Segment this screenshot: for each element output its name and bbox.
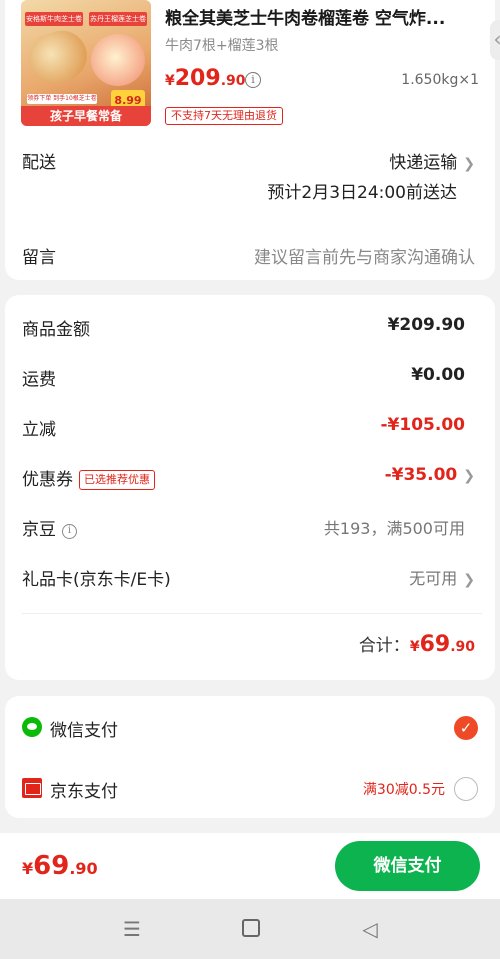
coupon-row[interactable]: 优惠券 已选推荐优惠 -¥35.00 ❯ [5,465,495,495]
chevron-right-icon: ❯ [463,468,475,484]
chevron-right-icon: ❯ [463,572,475,588]
coupon-label-wrap: 优惠券 已选推荐优惠 [22,465,155,490]
giftcard-label: 礼品卡(京东卡/E卡) [22,570,171,590]
price-currency: ¥ [165,73,175,89]
giftcard-row[interactable]: 礼品卡(京东卡/E卡) 无可用 ❯ [5,565,495,595]
thumb-tag-right: 苏丹王榴莲芝士卷 [89,12,147,26]
shipping-row: 运费 ¥0.00 [5,365,495,395]
return-policy-badge: 不支持7天无理由退货 [165,107,283,125]
delivery-estimate: 预计2月3日24:00前送达 [267,183,457,203]
checkout-currency: ¥ [22,859,34,878]
product-spec: 牛肉7根+榴莲3根 [165,38,279,54]
coupon-value: -¥35.00 [384,465,458,485]
payment-methods-card: 微信支付 ✓ 京东支付 满30减0.5元 [5,696,495,818]
jd-pay-icon [22,778,42,798]
product-thumbnail[interactable]: 安格斯牛肉芝士卷 苏丹王榴莲芝士卷 领券下单 到手10根芝士卷 8.99 孩子早… [21,0,151,126]
product-weight-qty: 1.650kg×1 [401,72,479,88]
menu-icon[interactable]: ☰ [120,917,144,941]
thumb-promo: 领券下单 到手10根芝士卷 [27,94,97,104]
coupon-selected-tag: 已选推荐优惠 [79,470,155,490]
checkout-integer: 69 [33,851,70,881]
beef-roll-image [22,24,94,90]
delivery-method-text: 快递运输 [389,153,458,173]
checkout-decimal: .90 [69,859,98,878]
goods-amount-label: 商品金额 [22,320,90,340]
goods-amount-row: 商品金额 ¥209.90 [5,315,495,345]
wechat-pay-label[interactable]: 微信支付 [50,716,118,741]
giftcard-value-wrap[interactable]: 无可用 ❯ [409,565,475,589]
coupon-label: 优惠券 [22,470,73,490]
wechat-pay-icon [22,717,42,737]
shipping-value: ¥0.00 [411,365,465,385]
product-card: 安格斯牛肉芝士卷 苏丹王榴莲芝士卷 领券下单 到手10根芝士卷 8.99 孩子早… [5,0,500,280]
total-currency: ¥ [409,639,420,655]
home-square-icon[interactable] [242,919,260,937]
thumb-banner: 孩子早餐常备 [21,106,151,126]
goods-amount-value: ¥209.90 [387,315,465,335]
wechat-pay-button[interactable]: 微信支付 [335,841,480,891]
discount-value: -¥105.00 [380,415,466,435]
product-price: ¥209.90 [165,66,246,91]
jd-pay-promo: 满30减0.5元 [362,782,445,798]
system-navigation-bar: ☰ ◁ [0,899,500,959]
jingdou-label-wrap: 京豆 i [22,515,77,540]
price-info-icon[interactable]: i [245,72,261,88]
chevron-right-icon: ❯ [463,156,475,172]
total-label: 合计： [358,636,410,656]
jingdou-value: 共193，满500可用 [323,519,465,538]
durian-roll-image [91,34,145,86]
checkout-price: ¥69.90 [22,851,98,881]
wechat-pay-selected-check-icon[interactable]: ✓ [454,716,478,740]
back-triangle-icon[interactable]: ◁ [358,917,382,941]
giftcard-value: 无可用 [409,569,458,588]
price-decimal: .90 [220,73,246,89]
shipping-label: 运费 [22,370,56,390]
total-integer: 69 [419,632,451,657]
message-input[interactable]: 建议留言前先与商家沟通确认 [254,243,475,268]
divider [22,613,482,614]
checkout-bar: ¥69.90 微信支付 [0,833,500,899]
product-title[interactable]: 粮全其美芝士牛肉卷榴莲卷 空气炸... [165,4,470,29]
order-total: 合计：¥69.90 [359,631,475,657]
jd-pay-radio[interactable] [454,777,478,801]
jingdou-label: 京豆 [22,520,56,540]
amounts-card: 商品金额 ¥209.90 运费 ¥0.00 立减 -¥105.00 优惠券 已选推… [5,295,495,680]
total-decimal: .90 [450,639,475,655]
jd-pay-label[interactable]: 京东支付 [50,777,118,802]
jingdou-info-icon[interactable]: i [62,524,77,539]
delivery-method[interactable]: 快递运输 ❯ [389,148,475,173]
thumb-tag-left: 安格斯牛肉芝士卷 [25,12,83,26]
price-integer: 209 [174,66,221,91]
delivery-label: 配送 [22,153,56,173]
discount-label: 立减 [22,420,56,440]
message-label: 留言 [22,248,56,268]
side-panel-chevron-icon[interactable]: ‹ [490,20,500,60]
jingdou-row: 京豆 i 共193，满500可用 [5,515,495,545]
coupon-value-wrap[interactable]: -¥35.00 ❯ [385,465,475,485]
discount-row: 立减 -¥105.00 [5,415,495,445]
